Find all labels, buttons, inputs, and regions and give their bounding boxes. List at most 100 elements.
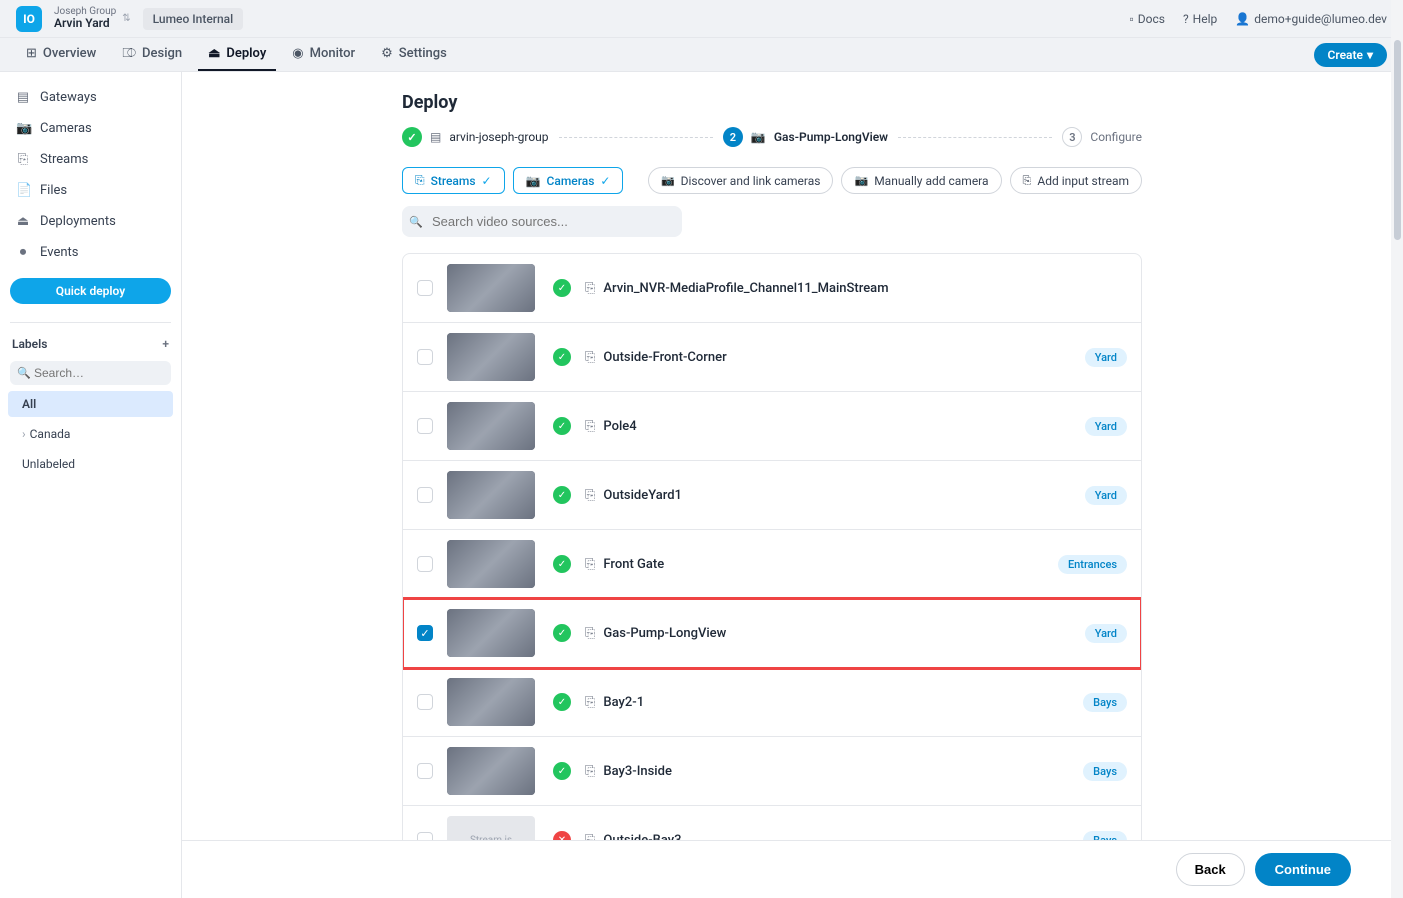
source-search-input[interactable] — [402, 206, 682, 237]
source-row[interactable]: ▶✓⎘Arvin_NVR-MediaProfile_Channel11_Main… — [403, 254, 1141, 323]
scrollbar-thumb[interactable] — [1394, 40, 1401, 240]
tab-icon: ◉ — [292, 46, 303, 61]
scrollbar[interactable] — [1391, 0, 1403, 898]
nav-tab-deploy[interactable]: ⏏Deploy — [198, 38, 276, 71]
thumbnail[interactable]: ▶ — [447, 747, 535, 795]
sidebar-icon: 📄 — [16, 183, 30, 198]
source-tag[interactable]: Entrances — [1058, 555, 1127, 574]
thumbnail[interactable]: ▶ — [447, 402, 535, 450]
quick-deploy-button[interactable]: Quick deploy — [10, 278, 171, 304]
search-icon: 🔍 — [17, 367, 31, 380]
status-icon: ✓ — [553, 348, 571, 366]
thumbnail[interactable]: ▶ — [447, 540, 535, 588]
thumbnail[interactable]: ▶ — [447, 609, 535, 657]
discover-cameras-button[interactable]: 📷Discover and link cameras — [648, 167, 834, 194]
nav-tab-settings[interactable]: ⚙Settings — [371, 38, 457, 71]
step-2[interactable]: 2 📷 Gas-Pump-LongView — [723, 127, 888, 147]
sidebar-item-deployments[interactable]: ⏏Deployments — [0, 206, 181, 237]
thumbnail[interactable]: ▶ — [447, 678, 535, 726]
row-checkbox[interactable] — [417, 763, 433, 779]
logo-icon[interactable]: IO — [16, 6, 42, 32]
camera-icon: 📷 — [526, 174, 541, 188]
add-label-button[interactable]: + — [162, 337, 169, 351]
camera-icon: 📷 — [854, 174, 868, 187]
nav-tab-design[interactable]: ⎄Design — [112, 38, 192, 71]
nav-tab-monitor[interactable]: ◉Monitor — [282, 38, 365, 71]
stream-icon: ⎘ — [585, 419, 595, 434]
docs-link[interactable]: ▫Docs — [1130, 12, 1165, 26]
thumbnail[interactable]: ▶ — [447, 264, 535, 312]
row-checkbox[interactable] — [417, 418, 433, 434]
back-button[interactable]: Back — [1176, 853, 1245, 886]
filter-streams-chip[interactable]: ⎘Streams✓ — [402, 167, 505, 194]
org-name-label: Arvin Yard — [54, 17, 116, 30]
tab-icon: ⊞ — [26, 46, 37, 61]
step-3[interactable]: 3 Configure — [1062, 127, 1142, 147]
source-tag[interactable]: Yard — [1085, 348, 1127, 367]
sidebar-item-files[interactable]: 📄Files — [0, 175, 181, 206]
camera-icon: 📷 — [661, 174, 675, 187]
add-input-stream-button[interactable]: ⎘Add input stream — [1010, 167, 1142, 194]
source-row[interactable]: ▶✓⎘OutsideYard1Yard — [403, 461, 1141, 530]
source-row[interactable]: ▶✓⎘Pole4Yard — [403, 392, 1141, 461]
tab-icon: ⚙ — [381, 46, 393, 61]
source-tag[interactable]: Yard — [1085, 417, 1127, 436]
source-row[interactable]: ▶✓⎘Outside-Front-CornerYard — [403, 323, 1141, 392]
source-name: Outside-Front-Corner — [603, 350, 1084, 365]
continue-button[interactable]: Continue — [1255, 853, 1351, 886]
source-tag[interactable]: Yard — [1085, 486, 1127, 505]
sidebar-item-cameras[interactable]: 📷Cameras — [0, 113, 181, 144]
sidebar-item-streams[interactable]: ⎘Streams — [0, 144, 181, 175]
internal-tag[interactable]: Lumeo Internal — [143, 8, 244, 30]
create-button[interactable]: Create▾ — [1314, 43, 1387, 67]
source-tag[interactable]: Bays — [1083, 693, 1127, 712]
sidebar-item-gateways[interactable]: ▤Gateways — [0, 82, 181, 113]
manual-add-camera-button[interactable]: 📷Manually add camera — [841, 167, 1001, 194]
chevron-down-icon: ▾ — [1367, 48, 1373, 62]
main-content: Deploy ✓ ▤ arvin-joseph-group 2 📷 Gas-Pu… — [182, 72, 1403, 898]
label-tree-item[interactable]: ›Canada — [8, 421, 173, 447]
sidebar: ▤Gateways📷Cameras⎘Streams📄Files⏏Deployme… — [0, 72, 182, 898]
source-row[interactable]: ▶✓⎘Bay2-1Bays — [403, 668, 1141, 737]
sources-list: ▶✓⎘Arvin_NVR-MediaProfile_Channel11_Main… — [402, 253, 1142, 875]
chevron-updown-icon[interactable]: ⇅ — [122, 13, 130, 24]
thumbnail[interactable]: ▶ — [447, 471, 535, 519]
label-unlabeled[interactable]: Unlabeled — [8, 451, 173, 477]
footer-bar: Back Continue — [182, 840, 1391, 898]
label-search-input[interactable] — [10, 361, 171, 385]
user-icon: 👤 — [1235, 12, 1250, 26]
camera-icon: 📷 — [751, 130, 766, 144]
help-link[interactable]: ?Help — [1183, 12, 1217, 26]
org-selector[interactable]: Joseph Group Arvin Yard ⇅ — [54, 6, 131, 30]
source-row[interactable]: ✓▶✓⎘Gas-Pump-LongViewYard — [403, 599, 1141, 668]
row-checkbox[interactable] — [417, 694, 433, 710]
sidebar-icon: ⏏ — [16, 214, 30, 229]
source-row[interactable]: ▶✓⎘Front GateEntrances — [403, 530, 1141, 599]
thumbnail[interactable]: ▶ — [447, 333, 535, 381]
user-menu[interactable]: 👤demo+guide@lumeo.dev — [1235, 12, 1387, 26]
search-icon: 🔍 — [409, 215, 423, 228]
row-checkbox[interactable] — [417, 556, 433, 572]
stream-icon: ⎘ — [585, 764, 595, 779]
source-name: Pole4 — [603, 419, 1084, 434]
row-checkbox[interactable] — [417, 487, 433, 503]
sidebar-item-events[interactable]: ⏺Events — [0, 237, 181, 268]
status-icon: ✓ — [553, 279, 571, 297]
row-checkbox[interactable]: ✓ — [417, 625, 433, 641]
row-checkbox[interactable] — [417, 349, 433, 365]
source-tag[interactable]: Yard — [1085, 624, 1127, 643]
labels-title: Labels — [12, 337, 47, 351]
divider — [10, 322, 171, 323]
tab-icon: ⎄ — [122, 46, 136, 61]
source-name: Front Gate — [603, 557, 1058, 572]
source-name: Gas-Pump-LongView — [603, 626, 1084, 641]
row-checkbox[interactable] — [417, 280, 433, 296]
source-row[interactable]: ▶✓⎘Bay3-InsideBays — [403, 737, 1141, 806]
stream-icon: ⎘ — [585, 281, 595, 296]
source-tag[interactable]: Bays — [1083, 762, 1127, 781]
nav-tab-overview[interactable]: ⊞Overview — [16, 38, 106, 71]
label-all[interactable]: All — [8, 391, 173, 417]
step-1[interactable]: ✓ ▤ arvin-joseph-group — [402, 127, 549, 147]
page-title: Deploy — [402, 92, 1142, 113]
filter-cameras-chip[interactable]: 📷Cameras✓ — [513, 167, 624, 194]
